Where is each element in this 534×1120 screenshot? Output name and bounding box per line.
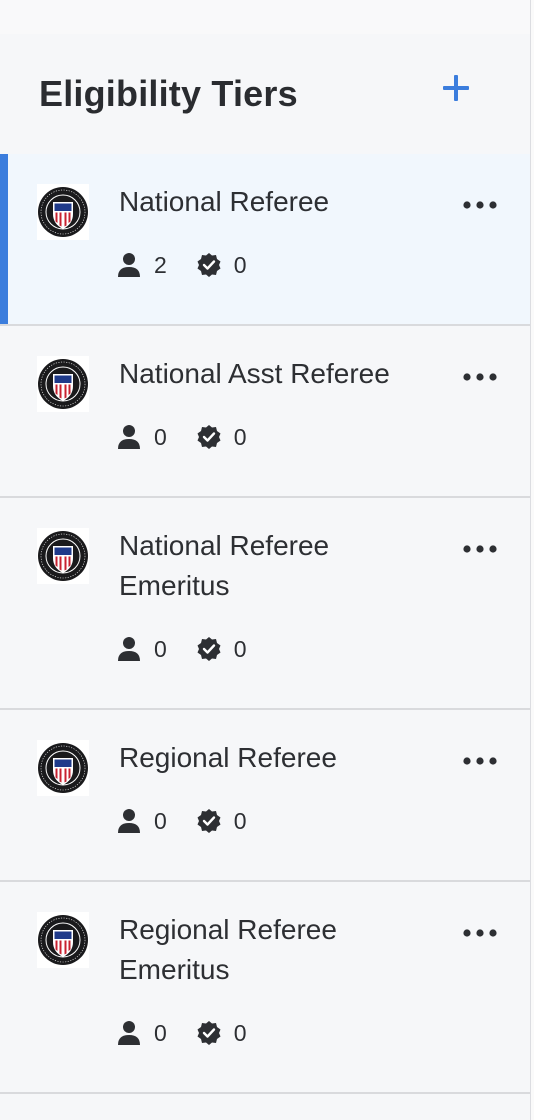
members-count: 0: [154, 424, 167, 450]
tier-stats: 0 0: [117, 422, 277, 452]
verified-count: 0: [233, 808, 247, 834]
us-soccer-referee-program-logo: [37, 740, 89, 796]
eligibility-tiers-panel: Eligibility Tiers National Referee 2 0 N…: [0, 0, 531, 1120]
tier-item[interactable]: Regional Referee 0 0: [0, 710, 530, 882]
tier-name: Regional Referee Emeritus: [119, 914, 337, 985]
members-stat: 2: [117, 250, 167, 280]
verified-stat: 0: [197, 806, 247, 836]
tier-name: National Referee: [119, 186, 330, 217]
more-options-icon: [463, 201, 497, 209]
more-options-icon: [463, 929, 497, 937]
top-band: [0, 0, 530, 34]
verified-stat: 0: [197, 1018, 247, 1048]
tier-stats: 0 0: [117, 634, 277, 664]
person-icon: [118, 809, 140, 833]
verified-count: 0: [233, 424, 247, 450]
more-options-icon: [463, 373, 497, 381]
tier-item[interactable]: National Referee 2 0: [0, 154, 530, 326]
tier-name: Regional Referee: [119, 742, 337, 773]
us-soccer-referee-program-logo: [37, 912, 89, 968]
plus-icon: [443, 75, 469, 101]
verified-count: 0: [233, 636, 247, 662]
more-options-button[interactable]: [460, 918, 502, 948]
verified-stat: 0: [197, 634, 247, 664]
person-icon: [118, 637, 140, 661]
members-stat: 0: [117, 1018, 167, 1048]
verified-badge-icon: [197, 253, 221, 277]
tier-name: National Referee Emeritus: [119, 530, 330, 601]
members-count: 0: [154, 1020, 167, 1046]
tier-stats: 0 0: [117, 1018, 277, 1048]
selected-indicator: [0, 154, 8, 324]
verified-badge-icon: [197, 425, 221, 449]
verified-count: 0: [233, 1020, 247, 1046]
verified-badge-icon: [197, 809, 221, 833]
more-options-button[interactable]: [460, 534, 502, 564]
more-options-button[interactable]: [460, 746, 502, 776]
members-stat: 0: [117, 634, 167, 664]
verified-badge-icon: [197, 637, 221, 661]
person-icon: [118, 425, 140, 449]
verified-count: 0: [233, 252, 247, 278]
members-count: 0: [154, 808, 167, 834]
verified-stat: 0: [197, 422, 247, 452]
panel-title: Eligibility Tiers: [39, 73, 298, 114]
add-tier-button[interactable]: [436, 68, 476, 108]
tier-item[interactable]: National Asst Referee 0 0: [0, 326, 530, 498]
us-soccer-referee-program-logo: [37, 356, 89, 412]
members-stat: 0: [117, 806, 167, 836]
verified-stat: 0: [197, 250, 247, 280]
tier-item[interactable]: Regional Referee Emeritus 0 0: [0, 882, 530, 1094]
tier-list: National Referee 2 0 National Asst Refer…: [0, 154, 530, 1094]
members-count: 0: [154, 636, 167, 662]
us-soccer-referee-program-logo: [37, 528, 89, 584]
person-icon: [118, 253, 140, 277]
verified-badge-icon: [197, 1021, 221, 1045]
members-count: 2: [154, 252, 167, 278]
members-stat: 0: [117, 422, 167, 452]
tier-stats: 0 0: [117, 806, 277, 836]
more-options-icon: [463, 757, 497, 765]
more-options-button[interactable]: [460, 362, 502, 392]
more-options-button[interactable]: [460, 190, 502, 220]
tier-item[interactable]: National Referee Emeritus 0 0: [0, 498, 530, 710]
tier-name: National Asst Referee: [119, 358, 390, 389]
us-soccer-referee-program-logo: [37, 184, 89, 240]
more-options-icon: [463, 545, 497, 553]
tier-stats: 2 0: [117, 250, 277, 280]
person-icon: [118, 1021, 140, 1045]
